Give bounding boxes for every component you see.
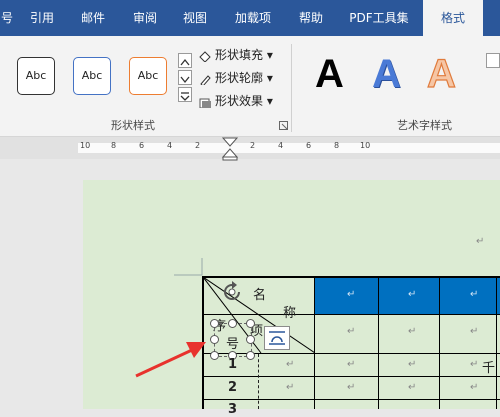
- layout-options-button[interactable]: [264, 326, 290, 350]
- shape-fill-label: 形状填充: [215, 48, 264, 62]
- tab-help[interactable]: 帮助: [290, 0, 332, 36]
- chevron-down-icon: [180, 76, 190, 84]
- ruler-number: 4: [278, 141, 284, 150]
- paragraph-mark: ↵: [476, 236, 485, 247]
- wordart-style-black[interactable]: A: [315, 52, 344, 96]
- table-col-line: [439, 276, 440, 409]
- shape-effects-button[interactable]: 形状效果 ▾: [198, 91, 290, 111]
- rotate-handle-icon[interactable]: [220, 280, 244, 304]
- shape-styles-group-label: 形状样式: [111, 119, 155, 132]
- header-name-text: 名: [253, 288, 267, 303]
- cell-mark: ↵: [470, 289, 479, 300]
- tab-pdf-tools[interactable]: PDF工具集: [340, 0, 418, 36]
- annotation-arrow: [135, 342, 206, 378]
- chevron-up-icon: [180, 58, 190, 66]
- tab-view[interactable]: 视图: [174, 0, 216, 36]
- table-col-dashed: [258, 354, 259, 409]
- dialog-launcher-icon[interactable]: [279, 121, 288, 130]
- margin-corner-mark: [174, 258, 203, 276]
- cell-mark: ↵: [408, 359, 417, 370]
- gallery-more-button[interactable]: [178, 87, 192, 102]
- ruler-number: 2: [195, 141, 201, 150]
- ruler-number: 6: [139, 141, 145, 150]
- ribbon-tab-bar: 号 引用 邮件 审阅 视图 加载项 帮助 PDF工具集 格式: [0, 0, 500, 36]
- resize-handle[interactable]: [246, 351, 255, 360]
- ruler-number: 6: [306, 141, 312, 150]
- wordart-style-orange[interactable]: A: [426, 51, 456, 96]
- resize-handle[interactable]: [210, 319, 219, 328]
- cell-mark: ↵: [408, 382, 417, 393]
- wordart-scroll-up-button[interactable]: [486, 53, 500, 68]
- ruler-number: 2: [250, 141, 256, 150]
- shape-style-thumbnail-3[interactable]: Abc: [129, 57, 167, 95]
- tab-references[interactable]: 引用: [22, 0, 62, 36]
- cell-mark: ↵: [408, 289, 417, 300]
- ruler-number: 8: [111, 141, 117, 150]
- cell-mark: ↵: [408, 326, 417, 337]
- table-col-line: [378, 276, 379, 409]
- cell-mark: ↵: [347, 382, 356, 393]
- paint-bucket-icon: [199, 50, 211, 62]
- shape-outline-label: 形状轮廓: [215, 71, 264, 85]
- wordart-style-blue[interactable]: A: [372, 52, 401, 96]
- ruler-number: 4: [167, 141, 173, 150]
- tab-review[interactable]: 审阅: [124, 0, 166, 36]
- ruler-number: 10: [360, 141, 371, 150]
- shape-fill-button[interactable]: 形状填充 ▾: [198, 45, 290, 65]
- gallery-scroll-up-button[interactable]: [178, 53, 192, 68]
- pencil-icon: [200, 74, 211, 85]
- tab-partial[interactable]: 号: [0, 0, 20, 36]
- group-separator: [291, 44, 292, 132]
- cell-mark: ↵: [347, 289, 356, 300]
- cell-mark: ↵: [286, 382, 295, 393]
- tab-addins[interactable]: 加载项: [226, 0, 280, 36]
- cell-mark: ↵: [347, 326, 356, 337]
- shape-effects-label: 形状效果: [215, 94, 264, 108]
- ruler-indent-marker[interactable]: [220, 137, 240, 161]
- shape-style-thumbnail-2[interactable]: Abc: [73, 57, 111, 95]
- row-number: 3: [228, 402, 238, 417]
- resize-handle[interactable]: [246, 319, 255, 328]
- shape-outline-button[interactable]: 形状轮廓 ▾: [198, 68, 290, 88]
- cell-mark: ↵: [470, 326, 479, 337]
- table-col-line: [496, 276, 497, 409]
- cell-mark: ↵: [470, 382, 479, 393]
- ruler-number: 8: [334, 141, 340, 150]
- effects-icon: [199, 98, 211, 108]
- table-row-line: [203, 399, 500, 400]
- cell-text: 千: [482, 361, 496, 376]
- tab-mailings[interactable]: 邮件: [72, 0, 114, 36]
- row-number: 1: [228, 357, 238, 372]
- gallery-scroll-down-button[interactable]: [178, 70, 192, 85]
- tab-format[interactable]: 格式: [423, 0, 483, 36]
- wordart-styles-group-label: 艺术字样式: [397, 119, 452, 132]
- row-number: 2: [228, 380, 238, 395]
- layout-options-icon: [269, 331, 285, 345]
- cell-mark: ↵: [470, 359, 479, 370]
- gallery-expand-icon: [180, 92, 190, 101]
- cell-mark: ↵: [286, 359, 295, 370]
- resize-handle[interactable]: [228, 319, 237, 328]
- header-name-text-2: 称: [283, 306, 297, 321]
- ruler-number: 10: [80, 141, 91, 150]
- resize-handle[interactable]: [246, 335, 255, 344]
- cell-mark: ↵: [347, 359, 356, 370]
- shape-style-thumbnail-1[interactable]: Abc: [17, 57, 55, 95]
- table-row-line: [203, 376, 500, 377]
